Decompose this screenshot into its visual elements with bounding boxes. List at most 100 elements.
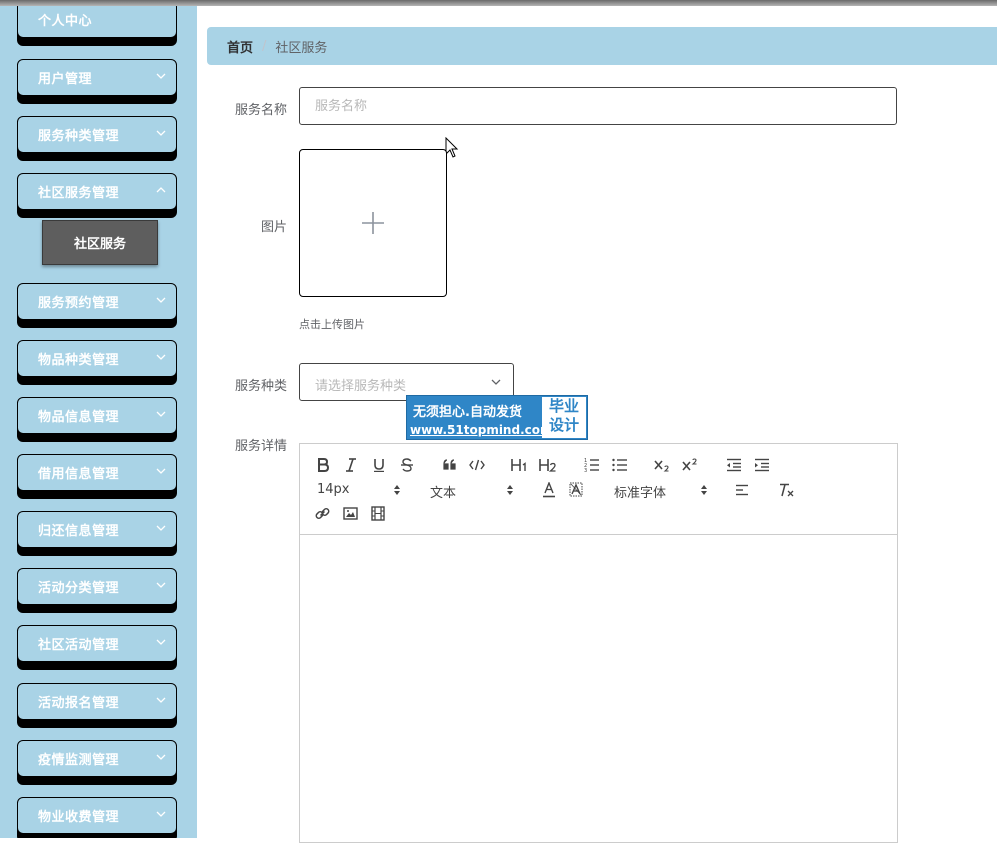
menu-item-epidemic-monitoring-management[interactable]: 疫情监测管理 <box>17 740 177 785</box>
outdent-button[interactable] <box>724 456 744 474</box>
blockquote-button[interactable] <box>441 456 459 474</box>
bold-button[interactable] <box>314 456 332 474</box>
font-color-button[interactable] <box>540 480 558 500</box>
menu-item-label: 服务种类管理 <box>38 129 120 144</box>
insert-link-button[interactable] <box>313 504 331 522</box>
menu-item-item-info-management[interactable]: 物品信息管理 <box>17 397 177 442</box>
video-icon <box>371 505 385 521</box>
align-button[interactable] <box>733 481 751 499</box>
font-size-picker[interactable]: 14px <box>317 480 403 500</box>
strikethrough-button[interactable] <box>398 456 416 474</box>
code-icon <box>469 459 485 471</box>
menu-item-label: 社区服务管理 <box>38 186 120 201</box>
clear-format-button[interactable] <box>777 481 795 499</box>
chevron-down-icon <box>156 525 166 531</box>
editor-content-area[interactable] <box>300 535 897 842</box>
editor-toolbar: 123 14px 文本 标准字体 <box>300 444 897 535</box>
font-size-value: 14px <box>317 482 350 497</box>
chevron-down-icon <box>156 811 166 817</box>
background-color-button[interactable] <box>567 480 585 500</box>
italic-button[interactable] <box>342 456 360 474</box>
chevron-down-icon <box>491 379 501 385</box>
underline-button[interactable] <box>370 456 388 474</box>
chevron-down-icon <box>156 130 166 136</box>
menu-item-community-activity-management[interactable]: 社区活动管理 <box>17 625 177 670</box>
link-icon <box>315 507 329 519</box>
menu-item-label: 个人中心 <box>38 14 93 29</box>
chevron-down-icon <box>156 297 166 303</box>
chevron-down-icon <box>156 754 166 760</box>
breadcrumb: 首页 / 社区服务 <box>207 27 997 65</box>
outdent-icon <box>727 458 741 472</box>
menu-item-label: 疫情监测管理 <box>38 753 120 768</box>
font-family-picker[interactable]: 标准字体 <box>614 480 710 501</box>
chevron-down-icon <box>156 468 166 474</box>
plus-icon <box>362 212 384 234</box>
underline-icon <box>374 459 384 472</box>
insert-image-button[interactable] <box>341 504 359 522</box>
code-block-button[interactable] <box>468 456 486 474</box>
menu-item-label: 物品信息管理 <box>38 410 120 425</box>
menu-item-personal-center[interactable]: 个人中心 <box>17 6 177 46</box>
menu-item-label: 物品种类管理 <box>38 353 120 368</box>
menu-item-activity-signup-management[interactable]: 活动报名管理 <box>17 683 177 728</box>
menu-item-return-info-management[interactable]: 归还信息管理 <box>17 511 177 556</box>
subscript-button[interactable] <box>652 456 672 474</box>
menu-item-borrow-info-management[interactable]: 借用信息管理 <box>17 454 177 499</box>
breadcrumb-separator: / <box>262 38 267 54</box>
watermark-badge-line2: 设计 <box>548 416 579 434</box>
mouse-cursor-icon <box>445 137 459 158</box>
upload-tip: 点击上传图片 <box>299 318 365 331</box>
rich-text-editor: 123 14px 文本 标准字体 <box>299 443 898 843</box>
indent-button[interactable] <box>752 456 772 474</box>
watermark-badge: 毕业 设计 <box>542 397 586 438</box>
superscript-button[interactable] <box>680 456 700 474</box>
submenu-item-label: 社区服务 <box>73 237 126 252</box>
breadcrumb-home-link[interactable]: 首页 <box>227 37 253 56</box>
service-detail-label: 服务详情 <box>234 439 287 454</box>
menu-item-label: 用户管理 <box>38 72 93 87</box>
superscript-icon <box>682 458 697 471</box>
menu-item-label: 归还信息管理 <box>38 524 120 539</box>
header2-button[interactable] <box>538 456 558 474</box>
chevron-down-icon <box>156 354 166 360</box>
menu-item-property-fee-management[interactable]: 物业收费管理 <box>17 797 177 838</box>
header-picker[interactable]: 文本 <box>430 480 516 501</box>
bullet-list-icon <box>612 458 627 472</box>
svg-text:3: 3 <box>584 468 587 472</box>
chevron-up-icon <box>156 187 166 193</box>
italic-icon <box>346 458 356 472</box>
menu-item-activity-category-management[interactable]: 活动分类管理 <box>17 568 177 613</box>
ordered-list-button[interactable]: 123 <box>582 456 602 474</box>
image-upload-box[interactable] <box>299 149 447 297</box>
chevron-down-icon <box>156 411 166 417</box>
menu-item-item-type-management[interactable]: 物品种类管理 <box>17 340 177 385</box>
menu-item-community-service-management[interactable]: 社区服务管理 <box>17 173 177 218</box>
chevron-down-icon <box>156 73 166 79</box>
service-name-input[interactable] <box>299 87 897 125</box>
insert-video-button[interactable] <box>369 504 387 522</box>
clear-format-icon <box>780 483 794 497</box>
image-label: 图片 <box>260 220 287 235</box>
menu-item-service-booking-management[interactable]: 服务预约管理 <box>17 283 177 328</box>
menu-item-label: 活动报名管理 <box>38 696 120 711</box>
font-family-value: 标准字体 <box>614 486 667 501</box>
strikethrough-icon <box>401 458 413 472</box>
menu-item-label: 社区活动管理 <box>38 638 120 653</box>
h2-icon <box>539 459 556 472</box>
h1-icon <box>511 459 526 471</box>
background-color-icon <box>569 482 583 497</box>
watermark-url: www.51topmind.com <box>410 423 553 437</box>
menu-item-service-type-management[interactable]: 服务种类管理 <box>17 116 177 161</box>
bullet-list-button[interactable] <box>610 456 630 474</box>
subscript-icon <box>654 460 669 472</box>
menu-item-label: 服务预约管理 <box>38 296 120 311</box>
up-down-arrow-icon <box>701 485 707 495</box>
quote-icon <box>443 459 456 470</box>
header1-button[interactable] <box>510 456 530 474</box>
bold-icon <box>318 458 330 472</box>
submenu-item-community-service[interactable]: 社区服务 <box>42 220 158 265</box>
menu-item-user-management[interactable]: 用户管理 <box>17 59 177 104</box>
watermark-badge-line1: 毕业 <box>548 397 579 415</box>
chevron-down-icon <box>156 639 166 645</box>
